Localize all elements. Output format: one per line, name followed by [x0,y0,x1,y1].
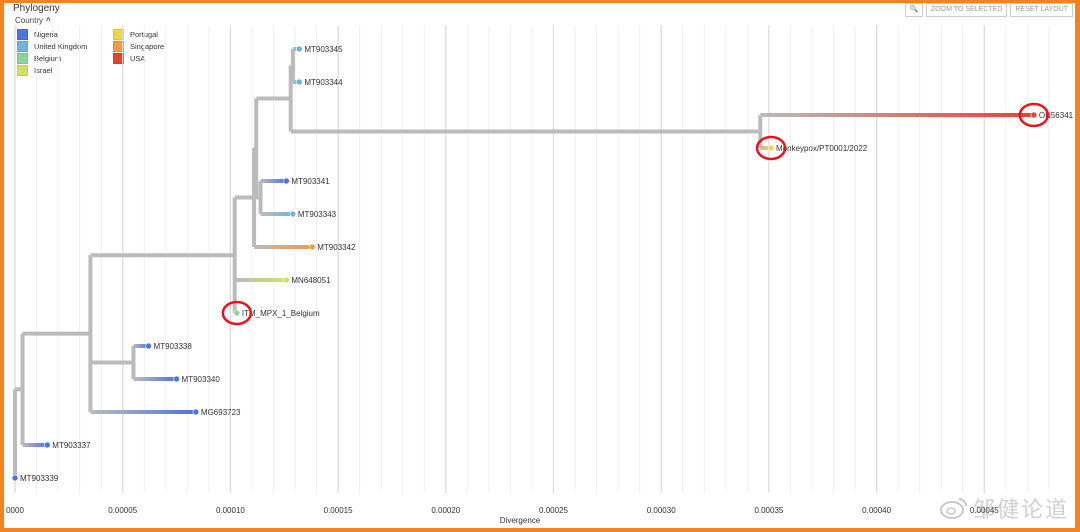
tip-label: MT903337 [52,441,91,450]
tip-marker [173,375,180,383]
tip-branch [133,377,177,381]
x-tick-label: 0000 [6,506,24,515]
x-axis-ticks: 0000 0.00005 0.00010 0.00015 0.00020 0.00025 0… [6,506,999,515]
x-tick-label: 0.00040 [862,506,891,515]
tip-marker [11,474,19,482]
tip-branch [90,410,196,414]
tip-label: MT903344 [304,78,343,87]
tip-label: MT903339 [20,474,59,483]
tip-marker [192,408,200,416]
tip-label: MT903342 [317,243,356,252]
tip-label: MT903341 [291,177,330,186]
branches [13,47,1034,478]
x-tick-label: 0.00005 [108,506,137,515]
tip-marker [283,177,290,185]
tip-label: ON56341 [1039,111,1074,120]
gridlines [14,25,1050,493]
tip-marker [296,78,303,86]
x-tick-label: 0.00030 [647,506,676,515]
tip-branch [254,245,313,249]
tip-label: MG693723 [201,408,241,417]
phylogeny-panel: Phylogeny Country ^ Nigeria United Kingd… [4,3,1075,528]
tip-marker [233,309,241,317]
watermark-text: 邹健论道 [972,498,1069,523]
x-tick-label: 0.00020 [431,506,460,515]
tip-branch [234,278,287,282]
tip-marker [44,441,51,449]
tip-marker [1030,111,1038,119]
tip-branch [260,179,287,183]
weibo-logo-icon [939,498,967,519]
highlights [221,102,1050,326]
tip-label: MT903345 [304,45,343,54]
tip-marker [283,276,290,284]
tip-branch [260,212,293,216]
tip-label: ITM_MPX_1_Belgium [242,309,320,318]
tip-marker [145,342,152,350]
tip-marker [296,45,303,53]
tip-label: Monkeypox/PT0001/2022 [776,144,868,153]
x-axis-label: Divergence [500,516,541,525]
phylogeny-tree: MT903339 MT903337 MG693723 MT903338 MT903340… [6,25,1074,525]
tip-label: MT903338 [154,342,193,351]
tip-branch [760,113,1034,117]
tip-marker [308,243,316,251]
tip-label: MT903343 [298,210,337,219]
tip-marker [767,144,775,152]
tip-label: MN648051 [291,276,331,285]
tip-branch [22,443,48,447]
x-tick-label: 0.00015 [324,506,353,515]
watermark: 邹健论道 [939,492,1069,524]
tips: MT903339 MT903337 MG693723 MT903338 MT903340… [11,45,1074,483]
tip-label: MT903340 [182,375,221,384]
x-tick-label: 0.00035 [754,506,783,515]
tip-marker [289,210,297,218]
x-tick-label: 0.00025 [539,506,568,515]
x-tick-label: 0.00010 [216,506,245,515]
